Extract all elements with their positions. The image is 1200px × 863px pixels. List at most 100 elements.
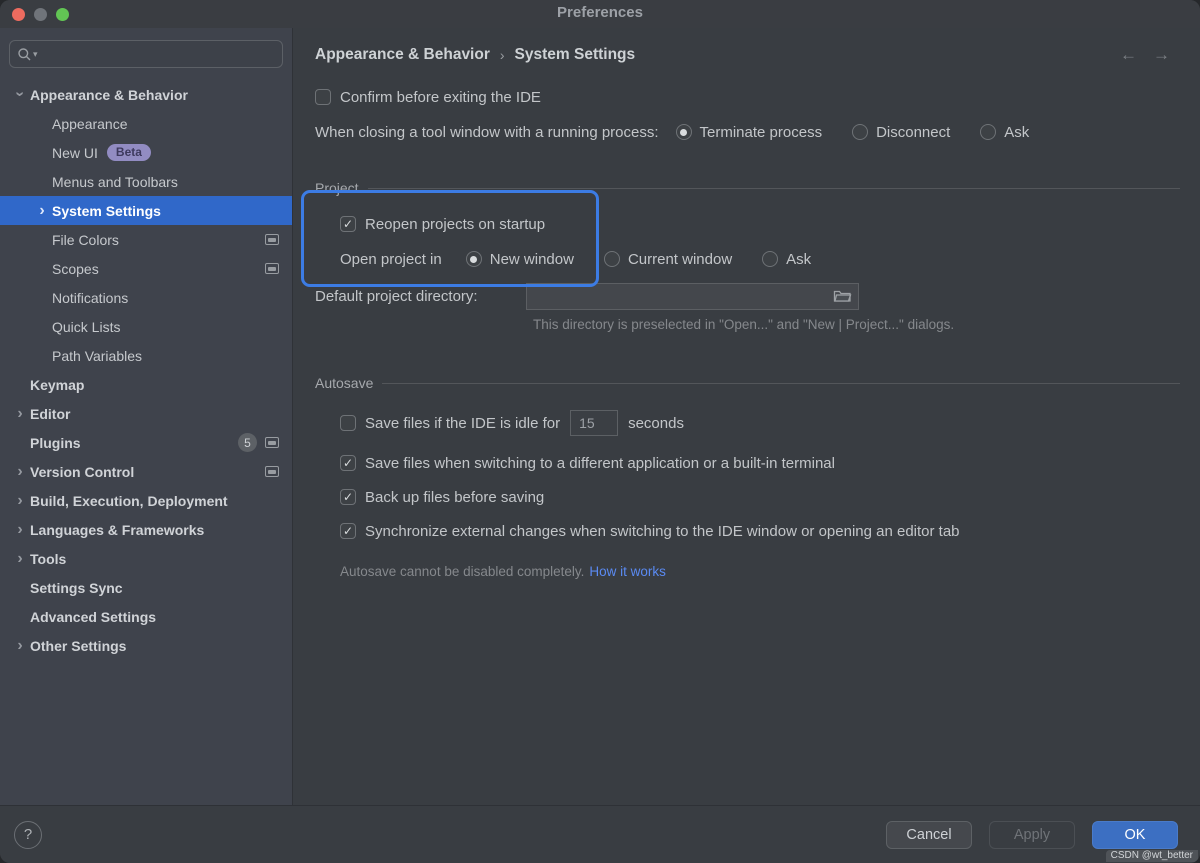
radio-button-icon[interactable] bbox=[762, 251, 779, 267]
sidebar-item-version-control[interactable]: Version Control bbox=[0, 457, 292, 486]
radio-label: Terminate process bbox=[699, 123, 823, 141]
checkbox-label: Save files when switching to a different… bbox=[365, 454, 835, 472]
open-project-in-row: Open project in New window Current window… bbox=[340, 248, 1180, 270]
sidebar-item-appearance-behavior[interactable]: Appearance & Behavior bbox=[0, 80, 292, 109]
radio-button-icon[interactable] bbox=[675, 124, 692, 140]
autosave-section-title: Autosave bbox=[315, 375, 374, 391]
ok-button[interactable]: OK bbox=[1092, 820, 1178, 849]
radio-button-icon[interactable] bbox=[603, 251, 620, 267]
default-project-directory-input[interactable] bbox=[527, 288, 831, 304]
default-project-directory-row: Default project directory: bbox=[315, 282, 1180, 310]
chevron-right-icon[interactable] bbox=[10, 405, 30, 423]
window-icon bbox=[265, 437, 279, 448]
minimize-window-button[interactable] bbox=[34, 8, 47, 21]
help-button[interactable]: ? bbox=[14, 820, 42, 849]
radio-ask[interactable]: Ask bbox=[762, 251, 811, 268]
sidebar-item-label: Advanced Settings bbox=[30, 608, 157, 625]
browse-folder-button[interactable] bbox=[831, 286, 858, 307]
sidebar-item-settings-sync[interactable]: Settings Sync bbox=[0, 573, 292, 602]
sidebar-item-file-colors[interactable]: File Colors bbox=[0, 225, 292, 254]
radio-label: Ask bbox=[786, 250, 812, 268]
radio-terminate-process[interactable]: Terminate process bbox=[675, 123, 823, 141]
checkbox-label: Synchronize external changes when switch… bbox=[365, 522, 960, 540]
project-section-title: Project bbox=[315, 180, 359, 196]
confirm-exit-checkbox[interactable] bbox=[315, 89, 331, 105]
sidebar-item-label: Menus and Toolbars bbox=[52, 173, 178, 190]
forward-arrow-icon[interactable] bbox=[1153, 45, 1170, 65]
default-project-directory-hint: This directory is preselected in "Open..… bbox=[533, 317, 955, 332]
sidebar-item-label: Editor bbox=[30, 405, 71, 422]
sidebar-item-badges bbox=[265, 234, 279, 245]
apply-button[interactable]: Apply bbox=[989, 820, 1075, 849]
settings-tree: Appearance & Behavior Appearance New UI Bet… bbox=[0, 74, 292, 805]
chevron-right-icon[interactable] bbox=[10, 492, 30, 510]
autosave-idle-checkbox[interactable] bbox=[340, 415, 356, 431]
autosave-idle-seconds-input[interactable]: 15 bbox=[570, 410, 619, 436]
radio-ask[interactable]: Ask bbox=[980, 124, 1029, 141]
sidebar-item-badges bbox=[265, 466, 279, 477]
sidebar-item-system-settings[interactable]: System Settings bbox=[0, 196, 292, 225]
close-window-button[interactable] bbox=[12, 8, 25, 21]
radio-label: Ask bbox=[1004, 123, 1030, 141]
search-icon bbox=[17, 47, 32, 62]
checkbox-synchronize-external-changes-when-switch[interactable] bbox=[340, 523, 356, 539]
chevron-right-icon[interactable] bbox=[32, 202, 52, 220]
confirm-exit-label: Confirm before exiting the IDE bbox=[340, 88, 541, 106]
question-mark-icon: ? bbox=[23, 826, 33, 843]
folder-icon bbox=[833, 290, 852, 307]
sidebar-item-scopes[interactable]: Scopes bbox=[0, 254, 292, 283]
checkbox-back-up-files-before-saving[interactable] bbox=[340, 489, 356, 505]
title-bar: Preferences bbox=[0, 0, 1200, 28]
back-arrow-icon[interactable] bbox=[1120, 45, 1137, 65]
autosave-idle-label-before: Save files if the IDE is idle for bbox=[365, 414, 561, 432]
radio-button-icon[interactable] bbox=[852, 124, 869, 140]
cancel-button[interactable]: Cancel bbox=[886, 820, 972, 849]
search-input[interactable]: ▾ bbox=[9, 40, 283, 68]
radio-new-window[interactable]: New window bbox=[465, 250, 574, 268]
sidebar-item-notifications[interactable]: Notifications bbox=[0, 283, 292, 312]
radio-disconnect[interactable]: Disconnect bbox=[852, 124, 950, 141]
sidebar-item-other-settings[interactable]: Other Settings bbox=[0, 631, 292, 660]
chevron-down-icon[interactable] bbox=[10, 86, 30, 104]
sidebar-item-build-execution-deployment[interactable]: Build, Execution, Deployment bbox=[0, 486, 292, 515]
reopen-projects-label: Reopen projects on startup bbox=[365, 215, 546, 233]
sidebar-item-label: Notifications bbox=[52, 289, 129, 306]
breadcrumb-current: System Settings bbox=[514, 46, 636, 63]
sidebar-item-path-variables[interactable]: Path Variables bbox=[0, 341, 292, 370]
sidebar-item-plugins[interactable]: Plugins 5 bbox=[0, 428, 292, 457]
radio-button-icon[interactable] bbox=[465, 251, 482, 267]
sidebar-item-languages-frameworks[interactable]: Languages & Frameworks bbox=[0, 515, 292, 544]
breadcrumb: Appearance & Behavior › System Settings bbox=[315, 44, 1180, 66]
chevron-right-icon[interactable] bbox=[10, 637, 30, 655]
sidebar-item-editor[interactable]: Editor bbox=[0, 399, 292, 428]
sidebar-item-advanced-settings[interactable]: Advanced Settings bbox=[0, 602, 292, 631]
zoom-window-button[interactable] bbox=[56, 8, 69, 21]
sidebar-item-label: Appearance bbox=[52, 115, 128, 132]
chevron-right-icon[interactable] bbox=[10, 463, 30, 481]
breadcrumb-parent[interactable]: Appearance & Behavior bbox=[315, 46, 490, 64]
settings-sidebar: ▾ Appearance & Behavior Appearance New UI B… bbox=[0, 28, 293, 805]
reopen-projects-checkbox[interactable] bbox=[340, 216, 356, 232]
sidebar-item-keymap[interactable]: Keymap bbox=[0, 370, 292, 399]
sidebar-item-label: Path Variables bbox=[52, 347, 143, 364]
window-title: Preferences bbox=[557, 4, 643, 21]
radio-label: New window bbox=[489, 250, 574, 268]
search-options-caret-icon[interactable]: ▾ bbox=[33, 49, 38, 60]
sidebar-item-menus-and-toolbars[interactable]: Menus and Toolbars bbox=[0, 167, 292, 196]
sidebar-item-quick-lists[interactable]: Quick Lists bbox=[0, 312, 292, 341]
closing-process-label: When closing a tool window with a runnin… bbox=[315, 123, 659, 141]
sidebar-item-tools[interactable]: Tools bbox=[0, 544, 292, 573]
radio-current-window[interactable]: Current window bbox=[603, 251, 732, 268]
count-badge: 5 bbox=[238, 433, 257, 452]
sidebar-item-label: Quick Lists bbox=[52, 318, 121, 335]
chevron-right-icon[interactable] bbox=[10, 521, 30, 539]
chevron-right-icon[interactable] bbox=[10, 550, 30, 568]
default-project-directory-label: Default project directory: bbox=[315, 287, 478, 305]
open-project-in-radio-group: New window Current window Ask bbox=[465, 250, 811, 268]
radio-button-icon[interactable] bbox=[980, 124, 997, 140]
sidebar-item-appearance[interactable]: Appearance bbox=[0, 109, 292, 138]
how-it-works-link[interactable]: How it works bbox=[589, 564, 666, 579]
sidebar-item-new-ui[interactable]: New UI Beta bbox=[0, 138, 292, 167]
checkbox-save-files-when-switching-to-a-different[interactable] bbox=[340, 455, 356, 471]
window-icon bbox=[265, 234, 279, 245]
